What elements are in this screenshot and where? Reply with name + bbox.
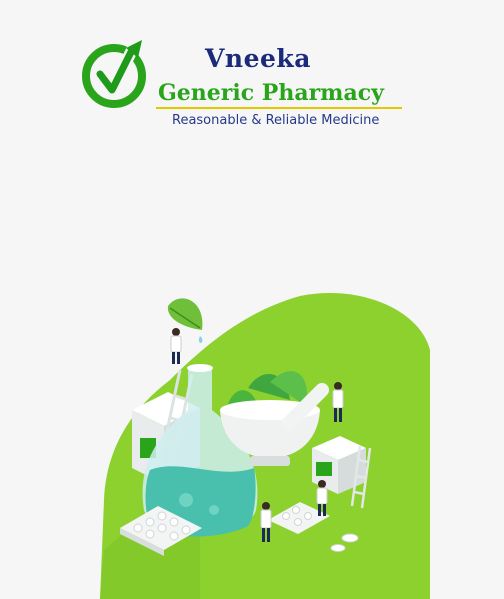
- check-arrow-icon: [82, 40, 146, 108]
- brand-tagline: Reasonable & Reliable Medicine: [172, 113, 380, 128]
- pharmacy-lab-illustration: [100, 293, 430, 599]
- brand-name: Vneeka: [205, 44, 311, 73]
- brand-logo: Vneeka Generic Pharmacy Reasonable & Rel…: [80, 34, 420, 134]
- brand-underline: [156, 107, 402, 109]
- brand-subtitle: Generic Pharmacy: [158, 80, 384, 106]
